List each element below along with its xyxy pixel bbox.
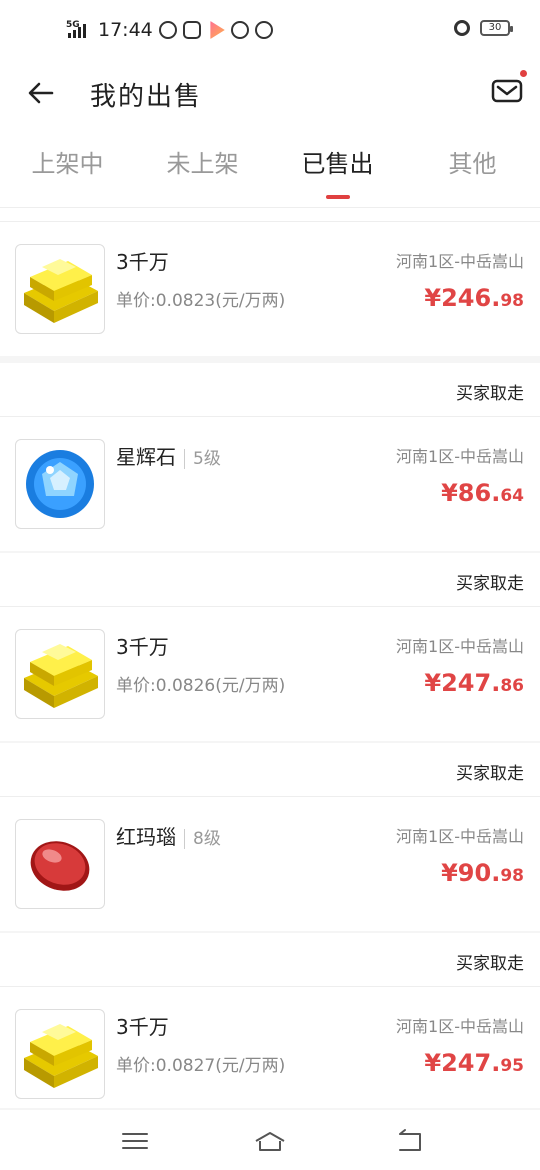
server-name: 河南1区-中岳嵩山 [396,1017,524,1036]
back-arrow-icon[interactable] [24,76,58,110]
app-header: 我的出售 [0,60,540,126]
item-thumbnail [15,439,105,529]
item-name: 红玛瑙 8级 [116,825,221,849]
play-icon [230,21,249,39]
status-bar: 5G 17:44 30 [0,0,540,60]
order-status: 买家取走 [456,764,524,784]
sale-price: ¥86.64 [441,479,524,507]
gold-bars-icon [24,644,98,708]
alarm-icon [454,20,470,36]
video-app-icon [210,21,225,39]
tab-label: 未上架 [166,150,239,178]
red-agate-icon [30,841,90,891]
gold-bars-icon [24,1024,98,1088]
server-name: 河南1区-中岳嵩山 [396,252,524,271]
page-title: 我的出售 [90,82,203,112]
menu-icon[interactable] [118,1124,152,1158]
clock: 17:44 [98,19,153,41]
battery-icon: 30 [480,20,513,36]
tab-sold[interactable]: 已售出 [270,126,405,207]
unread-dot [520,70,527,77]
tab-listed[interactable]: 上架中 [0,126,135,207]
tab-unlisted[interactable]: 未上架 [135,126,270,207]
system-nav-bar [0,1110,540,1170]
app-notification-icon-2 [254,21,273,39]
sold-orders-list: 3千万 单价:0.0823(元/万两) 河南1区-中岳嵩山 ¥246.98 买家… [0,208,540,1108]
tab-label: 已售出 [301,150,374,178]
tab-other[interactable]: 其他 [405,126,540,207]
order-card[interactable]: 买家取走 红玛瑙 8级 河南1区-中岳嵩山 ¥90.98 [0,743,540,931]
status-right: 30 [454,20,513,36]
order-card[interactable]: 买家取走 3千万 单价:0.0826(元/万两) 河南1区-中岳嵩山 ¥247.… [0,553,540,741]
server-name: 河南1区-中岳嵩山 [396,637,524,656]
order-status: 买家取走 [456,384,524,404]
item-thumbnail [15,819,105,909]
gold-bars-icon [24,259,98,323]
server-name: 河南1区-中岳嵩山 [396,827,524,846]
sale-price: ¥90.98 [441,859,524,887]
app-notification-icon [182,21,201,39]
active-tab-indicator [325,195,350,199]
item-name: 星辉石 5级 [116,445,221,469]
order-status: 买家取走 [456,954,524,974]
battery-level: 30 [488,22,502,33]
unit-price: 单价:0.0823(元/万两) [116,291,286,311]
back-nav-icon[interactable] [394,1124,428,1158]
item-thumbnail [15,629,105,719]
sale-price: ¥246.98 [424,284,524,312]
message-button[interactable] [490,70,527,108]
tab-bar: 上架中 未上架 已售出 其他 [0,126,540,208]
mail-icon [491,79,523,103]
home-icon[interactable] [253,1124,287,1158]
tab-label: 其他 [448,150,497,178]
order-card[interactable]: 3千万 单价:0.0823(元/万两) 河南1区-中岳嵩山 ¥246.98 [0,208,540,356]
unit-price: 单价:0.0827(元/万两) [116,1056,286,1076]
item-name: 3千万 [116,1015,169,1039]
blue-gem-icon [26,450,94,518]
item-thumbnail [15,244,105,334]
item-level: 8级 [184,829,221,849]
order-card[interactable]: 买家取走 3千万 单价:0.0827(元/万两) 河南1区-中岳嵩山 ¥247.… [0,933,540,1108]
tab-label: 上架中 [31,150,104,178]
order-card[interactable]: 买家取走 星辉石 5级 河南1区-中岳嵩山 ¥86.64 [0,363,540,551]
order-status: 买家取走 [456,574,524,594]
sale-price: ¥247.86 [424,669,524,697]
item-name: 3千万 [116,250,169,274]
status-left: 5G 17:44 [66,18,273,42]
sale-price: ¥247.95 [424,1049,524,1077]
item-thumbnail [15,1009,105,1099]
server-name: 河南1区-中岳嵩山 [396,447,524,466]
item-name: 3千万 [116,635,169,659]
signal-icon: 5G [66,20,92,40]
unit-price: 单价:0.0826(元/万两) [116,676,286,696]
wifi-calling-icon [158,21,177,39]
item-level: 5级 [184,449,221,469]
